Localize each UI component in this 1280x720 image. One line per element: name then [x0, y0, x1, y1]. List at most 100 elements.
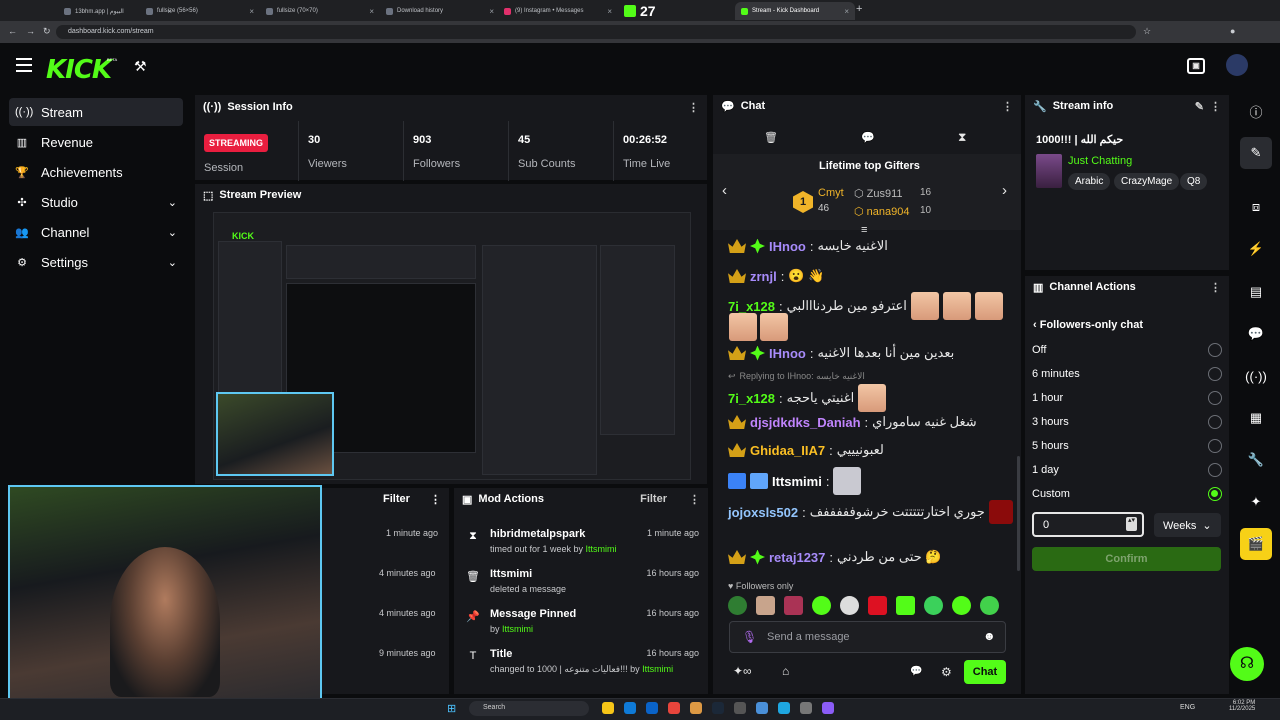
pinned-toggle-icon[interactable]: ≡ [861, 224, 867, 236]
mode-toggle-icon[interactable]: ▣ [1187, 58, 1205, 74]
emote[interactable] [728, 596, 747, 615]
followers-option[interactable]: 6 minutes [1032, 367, 1222, 381]
gifter-name[interactable]: Cmyt [818, 187, 844, 199]
sidebar-item-settings[interactable]: ⚙ Settings ⌄ [9, 248, 183, 276]
profile-avatar[interactable]: ● [1230, 26, 1235, 36]
emote[interactable] [784, 596, 803, 615]
browser-tab-active[interactable]: Stream - Kick Dashboard × [735, 2, 855, 20]
sidebar-item-stream[interactable]: ((·)) Stream [9, 98, 183, 126]
emoji-icon[interactable]: ☻ [983, 629, 996, 643]
more-options-icon[interactable]: ⋮ [688, 101, 699, 114]
gifter-name[interactable]: ⬡ Zus911 [854, 187, 903, 200]
chat-bubble-icon[interactable]: 💬 [1240, 318, 1272, 350]
emote[interactable] [924, 596, 943, 615]
followers-option[interactable]: 1 hour [1032, 391, 1222, 405]
gifter-name[interactable]: ⬡ nana904 [854, 205, 910, 218]
hourglass-icon[interactable]: ⧗ [958, 130, 966, 145]
chat-input[interactable]: 🎙 Send a message ☻ [729, 621, 1006, 653]
emote[interactable] [896, 596, 915, 615]
chat-scrollbar[interactable] [1017, 456, 1020, 571]
radio-button[interactable] [1208, 343, 1222, 357]
mod-filter-button[interactable]: Filter [640, 493, 667, 505]
browser-tab[interactable]: (9) Instagram • Messages × [498, 2, 618, 20]
app-icon[interactable] [734, 702, 746, 714]
app-icon[interactable] [690, 702, 702, 714]
tools-icon[interactable]: ⚒ [134, 58, 147, 75]
folder-icon[interactable] [602, 702, 614, 714]
trash-icon[interactable]: 🗑 [764, 131, 778, 144]
more-options-icon[interactable]: ⋮ [430, 493, 441, 506]
number-stepper-icon[interactable]: ▴▾ [1126, 517, 1137, 531]
emote[interactable] [840, 596, 859, 615]
layout-icon[interactable]: ▦ [1240, 402, 1272, 434]
followers-option[interactable]: 3 hours [1032, 415, 1222, 429]
chat-bubble-icon[interactable]: 💬 [910, 666, 922, 677]
edit-icon[interactable]: ✎ [1240, 137, 1272, 169]
gear-icon[interactable]: ⚙ [941, 665, 952, 679]
tag-chip[interactable]: CrazyMage [1114, 173, 1180, 190]
browser-tab[interactable]: Download history × [380, 2, 500, 20]
radio-button-selected[interactable] [1208, 487, 1222, 501]
forward-icon[interactable]: → [26, 26, 35, 36]
sidebar-item-channel[interactable]: 👥 Channel ⌄ [9, 218, 183, 246]
browser-tab[interactable]: 27 [618, 2, 738, 20]
points-icon[interactable]: ✦∞ [733, 664, 752, 678]
lightning-icon[interactable]: ⚡ [1240, 233, 1272, 265]
chevron-right-icon[interactable]: › [1002, 182, 1007, 199]
emote[interactable] [868, 596, 887, 615]
capture-icon[interactable]: ⧈ [1240, 191, 1272, 223]
url-field[interactable]: dashboard.kick.com/stream [56, 25, 1136, 39]
store-icon[interactable] [646, 702, 658, 714]
bookmark-star-icon[interactable]: ☆ [1143, 26, 1151, 37]
points-icon[interactable]: ✦ [1240, 486, 1272, 518]
store-icon[interactable]: ⌂ [782, 664, 789, 678]
radio-button[interactable] [1208, 439, 1222, 453]
app-icon[interactable] [778, 702, 790, 714]
tag-chip[interactable]: Q8 [1180, 173, 1208, 190]
radio-button[interactable] [1208, 463, 1222, 477]
app-icon[interactable] [756, 702, 768, 714]
app-icon[interactable] [800, 702, 812, 714]
back-to-actions[interactable]: ‹ Followers-only chat [1033, 319, 1143, 331]
reload-icon[interactable]: ↻ [43, 26, 51, 37]
radio-button[interactable] [1208, 391, 1222, 405]
more-options-icon[interactable]: ⋮ [1002, 100, 1013, 113]
microphone-icon[interactable]: 🎙 [742, 630, 757, 644]
broadcast-icon[interactable]: ((·)) [1240, 360, 1272, 392]
emote[interactable] [980, 596, 999, 615]
back-icon[interactable]: ← [8, 26, 17, 36]
language-indicator[interactable]: ENG [1180, 704, 1195, 711]
category-link[interactable]: Just Chatting [1068, 155, 1132, 167]
radio-button[interactable] [1208, 367, 1222, 381]
sidebar-item-revenue[interactable]: ▥ Revenue [9, 128, 183, 156]
followers-option[interactable]: 5 hours [1032, 439, 1222, 453]
hamburger-menu-icon[interactable] [16, 58, 32, 72]
emote[interactable] [756, 596, 775, 615]
support-headset-icon[interactable]: ☊ [1230, 647, 1264, 681]
emote[interactable] [812, 596, 831, 615]
kick-logo[interactable]: KICK [46, 55, 112, 85]
app-icon[interactable] [822, 702, 834, 714]
notes-icon[interactable]: ▤ [1240, 276, 1272, 308]
edit-icon[interactable]: ✎ [1195, 100, 1204, 113]
followers-option[interactable]: Off [1032, 343, 1222, 357]
confirm-button[interactable]: Confirm [1032, 547, 1221, 571]
emote[interactable] [952, 596, 971, 615]
sidebar-item-studio[interactable]: ✣ Studio ⌄ [9, 188, 183, 216]
wrench-icon[interactable]: 🔧 [1240, 444, 1272, 476]
more-options-icon[interactable]: ⋮ [1210, 281, 1221, 294]
custom-duration-input[interactable]: 0 ▴▾ [1032, 512, 1144, 537]
taskbar-search[interactable]: Search [469, 701, 589, 716]
user-avatar[interactable] [1226, 54, 1248, 76]
followers-option[interactable]: 1 day [1032, 463, 1222, 477]
tag-chip[interactable]: Arabic [1068, 173, 1111, 190]
unit-select[interactable]: Weeks ⌄ [1154, 513, 1221, 537]
more-options-icon[interactable]: ⋮ [689, 493, 700, 506]
sidebar-item-achievements[interactable]: 🏆 Achievements [9, 158, 183, 186]
new-tab-icon[interactable]: + [856, 3, 862, 15]
chrome-icon[interactable] [668, 702, 680, 714]
clapper-icon[interactable]: 🎬 [1240, 528, 1272, 560]
chat-bubble-icon[interactable]: 💬 [861, 131, 875, 144]
edge-icon[interactable] [624, 702, 636, 714]
info-icon[interactable]: ⓘ [1240, 95, 1272, 127]
